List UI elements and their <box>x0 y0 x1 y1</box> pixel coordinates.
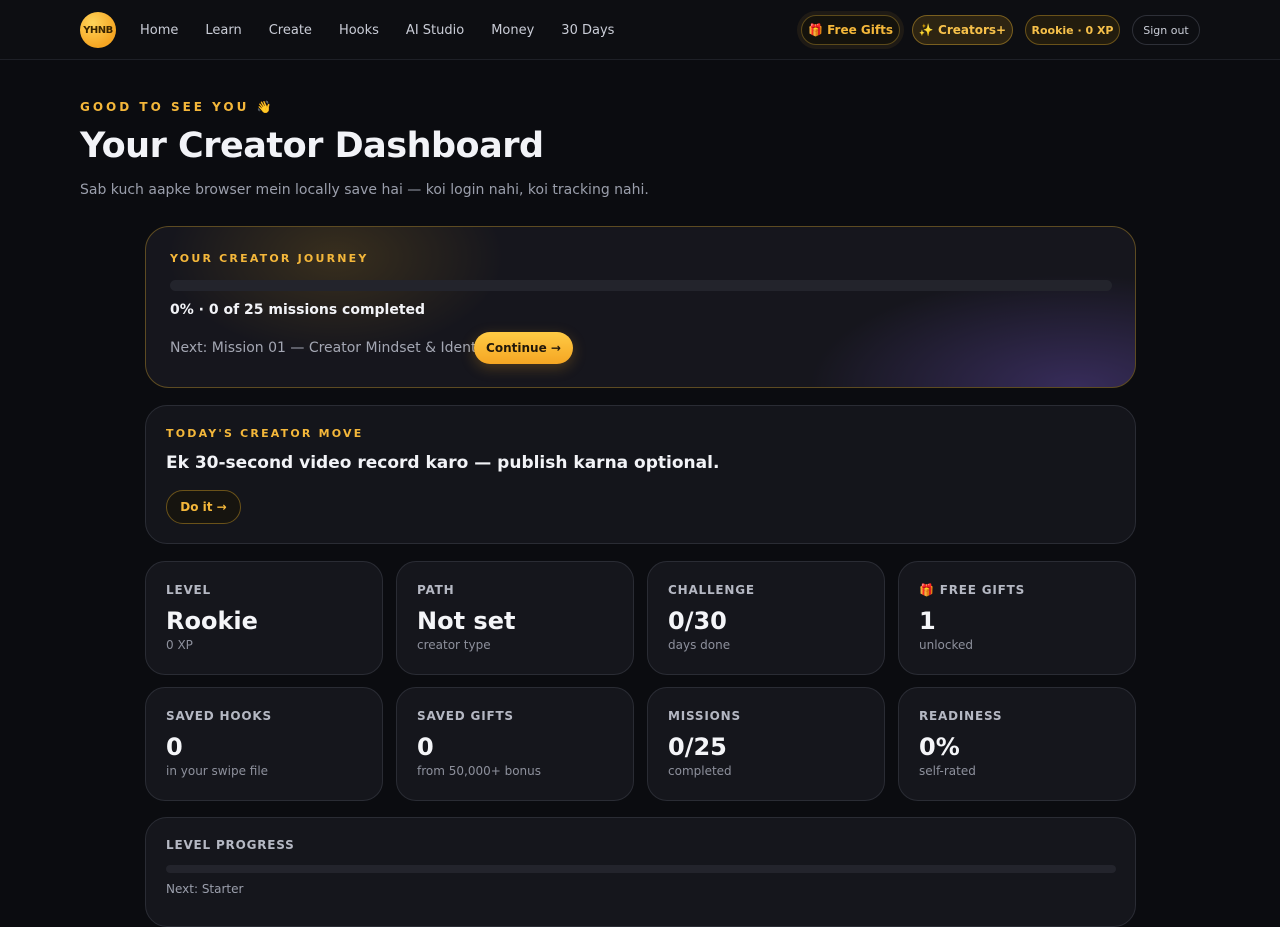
stat-value: 0/25 <box>668 733 727 761</box>
stat-value: 0/30 <box>668 607 727 635</box>
stat-label: PATH <box>417 583 455 597</box>
creators-plus-button[interactable]: ✨ Creators+ <box>912 15 1013 45</box>
stat-label: CHALLENGE <box>668 583 755 597</box>
journey-next-mission: Next: Mission 01 — Creator Mindset & Ide… <box>170 340 495 356</box>
sign-out-button[interactable]: Sign out <box>1132 15 1200 45</box>
stat-card-path: PATH Not set creator type <box>396 561 634 675</box>
nav-link-ai-studio[interactable]: AI Studio <box>406 23 464 38</box>
stat-value: 0% <box>919 733 960 761</box>
page-subtitle: Sab kuch aapke browser mein locally save… <box>80 182 649 198</box>
nav-link-hooks[interactable]: Hooks <box>339 23 379 38</box>
stat-card-level: LEVEL Rookie 0 XP <box>145 561 383 675</box>
stat-card-challenge: CHALLENGE 0/30 days done <box>647 561 885 675</box>
journey-progress-bar <box>170 280 1112 291</box>
level-next: Next: Starter <box>166 882 244 896</box>
nav-link-create[interactable]: Create <box>269 23 312 38</box>
stat-card-readiness: READINESS 0% self-rated <box>898 687 1136 801</box>
nav-link-home[interactable]: Home <box>140 23 178 38</box>
stat-card-saved-gifts: SAVED GIFTS 0 from 50,000+ bonus <box>396 687 634 801</box>
stat-value: 1 <box>919 607 936 635</box>
stat-label: SAVED GIFTS <box>417 709 514 723</box>
journey-status: 0% · 0 of 25 missions completed <box>170 302 426 318</box>
brand-logo[interactable]: YHNB <box>80 12 116 48</box>
xp-badge[interactable]: Rookie · 0 XP <box>1025 15 1120 45</box>
creator-journey-card: YOUR CREATOR JOURNEY 0% · 0 of 25 missio… <box>145 226 1136 388</box>
stat-label: MISSIONS <box>668 709 741 723</box>
stat-label: 🎁 FREE GIFTS <box>919 583 1026 597</box>
stat-value: Rookie <box>166 607 258 635</box>
stat-value: 0 <box>166 733 183 761</box>
nav-links: Home Learn Create Hooks AI Studio Money … <box>140 0 641 60</box>
level-progress-label: LEVEL PROGRESS <box>166 838 295 852</box>
level-progress-bar <box>166 865 1116 873</box>
greeting-eyebrow: GOOD TO SEE YOU 👋 <box>80 100 275 114</box>
nav-link-money[interactable]: Money <box>491 23 534 38</box>
page-title: Your Creator Dashboard <box>80 126 544 166</box>
stat-label: SAVED HOOKS <box>166 709 272 723</box>
stat-card-saved-hooks: SAVED HOOKS 0 in your swipe file <box>145 687 383 801</box>
nav-link-learn[interactable]: Learn <box>205 23 241 38</box>
stat-card-free-gifts: 🎁 FREE GIFTS 1 unlocked <box>898 561 1136 675</box>
top-nav: YHNB Home Learn Create Hooks AI Studio M… <box>0 0 1280 60</box>
todays-move-text: Ek 30-second video record karo — publish… <box>166 453 720 473</box>
todays-move-eyebrow: TODAY'S CREATOR MOVE <box>166 427 364 440</box>
level-progress-card: LEVEL PROGRESS Next: Starter <box>145 817 1136 927</box>
todays-move-card: TODAY'S CREATOR MOVE Ek 30-second video … <box>145 405 1136 544</box>
stat-label: READINESS <box>919 709 1003 723</box>
stat-sub: unlocked <box>919 638 974 652</box>
journey-eyebrow: YOUR CREATOR JOURNEY <box>170 252 369 265</box>
stat-sub: in your swipe file <box>166 764 269 778</box>
stat-sub: self-rated <box>919 764 976 778</box>
stat-label: LEVEL <box>166 583 211 597</box>
nav-link-30-days[interactable]: 30 Days <box>561 23 614 38</box>
stat-sub: 0 XP <box>166 638 193 652</box>
do-it-button[interactable]: Do it → <box>166 490 241 524</box>
stat-sub: days done <box>668 638 731 652</box>
stat-value: Not set <box>417 607 516 635</box>
stat-sub: completed <box>668 764 732 778</box>
stat-value: 0 <box>417 733 434 761</box>
stat-sub: creator type <box>417 638 491 652</box>
continue-button[interactable]: Continue → <box>474 332 573 364</box>
stat-card-missions: MISSIONS 0/25 completed <box>647 687 885 801</box>
stat-sub: from 50,000+ bonus <box>417 764 542 778</box>
free-gifts-button[interactable]: 🎁 Free Gifts <box>801 15 900 45</box>
